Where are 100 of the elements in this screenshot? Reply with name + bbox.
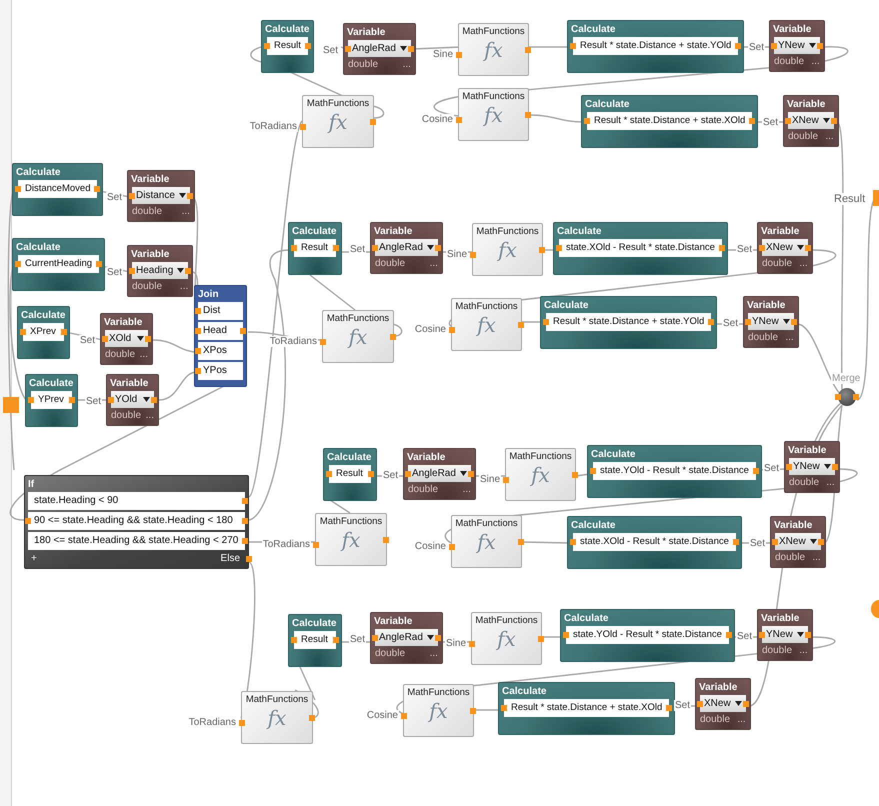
port-handle[interactable] [786, 464, 792, 470]
port-handle[interactable] [749, 118, 756, 124]
expression-field[interactable]: state.XOld - Result * state.Distance [573, 533, 736, 551]
expression-field[interactable]: Result [294, 631, 336, 649]
add-button[interactable]: + [31, 553, 37, 564]
expression-field[interactable]: CurrentHeading [18, 255, 100, 273]
expression-field[interactable]: Result * state.Distance + state.XOld [504, 699, 670, 717]
port-handle[interactable] [804, 632, 811, 638]
port-handle[interactable] [291, 245, 297, 251]
port-handle[interactable] [242, 498, 248, 504]
calculate-node[interactable]: Calculate YPrev [25, 374, 78, 427]
port-handle[interactable] [94, 186, 100, 192]
port-handle[interactable] [804, 244, 811, 250]
calculate-node[interactable]: Calculate Result [323, 448, 377, 501]
expression-field[interactable]: Result [267, 37, 308, 55]
port-handle[interactable] [345, 46, 351, 52]
port-handle[interactable] [370, 118, 376, 124]
port-handle[interactable] [830, 118, 837, 124]
more-button[interactable]: ... [812, 552, 821, 563]
expression-field[interactable]: Result [329, 465, 371, 483]
variable-dropdown[interactable]: YNew [774, 37, 820, 54]
port-handle[interactable] [383, 536, 389, 542]
variable-dropdown[interactable]: AngleRad [375, 239, 438, 256]
port-handle[interactable] [543, 319, 549, 325]
more-button[interactable]: ... [462, 484, 471, 495]
calculate-node[interactable]: Calculate Result [288, 614, 342, 667]
calculate-node[interactable]: Calculate Result [288, 222, 342, 275]
port-handle[interactable] [572, 472, 578, 478]
port-handle[interactable] [470, 708, 476, 714]
port-handle[interactable] [718, 245, 725, 251]
port-handle[interactable] [246, 556, 252, 562]
port-handle[interactable] [291, 637, 297, 643]
port-handle[interactable] [242, 518, 248, 524]
more-button[interactable]: ... [180, 281, 188, 292]
port-handle[interactable] [697, 700, 703, 706]
port-handle[interactable] [708, 319, 714, 325]
expression-field[interactable]: state.YOld - Result * state.Distance [593, 462, 756, 480]
variable-dropdown[interactable]: YNew [789, 458, 835, 475]
expression-field[interactable]: DistanceMoved [18, 180, 98, 198]
port-handle[interactable] [590, 468, 596, 474]
port-handle[interactable] [742, 700, 749, 706]
port-handle[interactable] [818, 538, 824, 544]
more-button[interactable]: ... [182, 206, 190, 217]
input-port-handle[interactable] [3, 397, 19, 413]
more-button[interactable]: ... [430, 648, 438, 659]
port-handle[interactable] [242, 538, 248, 544]
if-node[interactable]: If state.Heading < 90 90 <= state.Heading && state.Heading < 180 180 <= state.Heading && state.Heading < 270 + Else [24, 475, 249, 569]
port-handle[interactable] [518, 322, 524, 328]
variable-dropdown[interactable]: XNew [788, 112, 834, 129]
more-button[interactable]: ... [811, 56, 820, 67]
variable-dropdown[interactable]: XNew [775, 533, 821, 550]
port-handle[interactable] [556, 245, 562, 251]
calculate-node[interactable]: Calculate DistanceMoved [12, 163, 104, 216]
condition-field[interactable]: 90 <= state.Heading && state.Heading < 180 [28, 512, 245, 530]
expression-field[interactable]: Result * state.Distance + state.YOld [546, 313, 712, 331]
port-handle[interactable] [195, 368, 201, 374]
port-handle[interactable] [563, 632, 569, 638]
port-handle[interactable] [20, 329, 26, 335]
expression-field[interactable]: XPrev [23, 323, 64, 341]
variable-dropdown[interactable]: YOld [111, 391, 154, 408]
port-handle[interactable] [538, 636, 544, 642]
more-button[interactable]: ... [430, 258, 438, 269]
expression-field[interactable]: state.XOld - Result * state.Distance [559, 239, 722, 257]
calculate-node[interactable]: Calculate state.XOld - Result * state.Distance [567, 516, 742, 569]
port-handle[interactable] [102, 336, 108, 342]
expression-field[interactable]: Result [294, 239, 336, 257]
port-handle[interactable] [759, 632, 765, 638]
port-handle[interactable] [732, 539, 739, 545]
more-button[interactable]: ... [799, 645, 808, 656]
port-handle[interactable] [129, 268, 135, 274]
port-handle[interactable] [501, 705, 507, 711]
port-handle[interactable] [449, 326, 455, 333]
port-handle[interactable] [69, 397, 75, 403]
port-handle[interactable] [785, 118, 791, 124]
port-handle[interactable] [313, 542, 319, 548]
port-handle[interactable] [309, 714, 315, 720]
port-handle[interactable] [503, 476, 509, 483]
port-handle[interactable] [666, 705, 672, 711]
variable-dropdown[interactable]: AngleRad [375, 629, 438, 646]
port-handle[interactable] [240, 328, 246, 334]
port-handle[interactable] [570, 43, 576, 49]
expression-field[interactable]: Result * state.Distance + state.XOld [587, 112, 752, 130]
calculate-node[interactable]: Calculate state.YOld - Result * state.Distance [587, 445, 762, 498]
port-handle[interactable] [333, 245, 339, 251]
variable-dropdown[interactable]: AngleRad [408, 465, 471, 482]
port-handle[interactable] [456, 116, 462, 123]
calculate-node[interactable]: Calculate Result * state.Distance + state.XOld [498, 682, 676, 735]
more-button[interactable]: ... [826, 477, 835, 488]
calculate-node[interactable]: Calculate state.XOld - Result * state.Distance [553, 222, 728, 275]
port-handle[interactable] [372, 244, 378, 250]
port-handle[interactable] [434, 634, 441, 640]
more-button[interactable]: ... [140, 349, 148, 360]
port-handle[interactable] [518, 538, 524, 544]
port-handle[interactable] [186, 192, 193, 198]
port-handle[interactable] [408, 46, 414, 52]
more-button[interactable]: ... [785, 332, 794, 343]
port-handle[interactable] [300, 124, 306, 130]
port-handle[interactable] [15, 261, 21, 267]
port-handle[interactable] [305, 43, 311, 49]
variable-dropdown[interactable]: XNew [700, 695, 746, 712]
